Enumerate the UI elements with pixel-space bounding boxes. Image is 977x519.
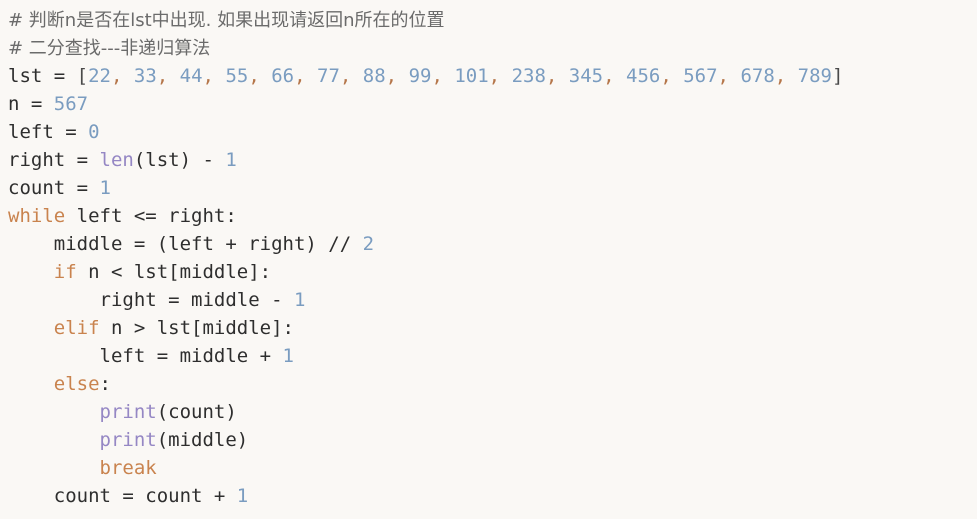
code-token-number: 456 — [626, 65, 661, 87]
code-token-comma: , — [603, 65, 626, 87]
code-editor-pane[interactable]: # 判断n是否在lst中出现. 如果出现请返回n所在的位置 # 二分查找---非递… — [0, 0, 977, 519]
code-token-plain: (middle) — [156, 429, 249, 451]
code-token-number: 567 — [53, 93, 89, 115]
code-token-comment: # 二分查找---非递归算法 — [8, 38, 211, 59]
code-token-number: 66 — [271, 65, 295, 87]
code-token-plain: right = — [8, 149, 100, 171]
code-token-number: 101 — [454, 65, 489, 87]
code-token-comma: , — [488, 65, 512, 87]
code-line[interactable]: right = middle - 1 — [8, 286, 977, 314]
code-token-number: 789 — [797, 65, 832, 87]
code-line[interactable]: n = 567 — [8, 90, 977, 118]
code-token-comma: , — [545, 65, 569, 87]
code-token-number: 33 — [133, 65, 157, 87]
code-line[interactable]: if n < lst[middle]: — [8, 258, 977, 286]
code-line[interactable]: count = count + 1 — [8, 482, 977, 510]
code-token-comma: , — [431, 65, 455, 87]
code-token-keyword: elif — [53, 317, 100, 339]
code-token-builtin: print — [99, 401, 157, 423]
code-token-builtin: print — [99, 429, 157, 451]
code-token-plain: (lst) - — [133, 149, 226, 171]
code-token-number: 99 — [408, 65, 432, 87]
code-token-keyword: else — [53, 373, 100, 395]
code-token-keyword: if — [53, 261, 77, 283]
code-token-comma: , — [774, 65, 798, 87]
code-token-plain: right = middle - — [8, 289, 294, 311]
code-token-number: 77 — [317, 65, 340, 87]
code-token-comma: , — [717, 65, 741, 87]
code-token-plain: left <= right: — [65, 205, 237, 227]
code-token-plain: left = — [8, 121, 89, 143]
code-token-plain: count = — [8, 177, 100, 199]
code-line[interactable]: else: — [8, 370, 977, 398]
code-token-plain: left = middle + — [8, 345, 283, 367]
code-line[interactable]: left = 0 — [8, 118, 977, 146]
code-token-number: 238 — [511, 65, 546, 87]
code-token-keyword: break — [99, 457, 157, 479]
code-token-comma: , — [385, 65, 409, 87]
code-token-number: 678 — [740, 65, 775, 87]
code-token-number: 2 — [362, 233, 375, 255]
code-token-number: 22 — [88, 65, 111, 87]
code-token-plain: n = — [8, 93, 54, 115]
code-token-comma: , — [248, 65, 272, 87]
code-line[interactable]: elif n > lst[middle]: — [8, 314, 977, 342]
code-line[interactable]: # 二分查找---非递归算法 — [8, 34, 977, 62]
code-line[interactable]: count = 1 — [8, 174, 977, 202]
code-token-number: 1 — [99, 177, 111, 199]
code-token-number: 1 — [293, 289, 306, 311]
code-token-comma: , — [294, 65, 317, 87]
code-token-number: 345 — [568, 65, 604, 87]
code-token-plain: middle = (left + right) // — [8, 233, 363, 255]
code-token-plain: (count) — [156, 401, 237, 423]
code-token-comma: , — [339, 65, 363, 87]
code-token-comma: , — [156, 65, 180, 87]
code-line[interactable]: # 判断n是否在lst中出现. 如果出现请返回n所在的位置 — [8, 6, 977, 34]
code-token-number: 567 — [683, 65, 718, 87]
code-token-comma: , — [660, 65, 684, 87]
code-line[interactable]: left = middle + 1 — [8, 342, 977, 370]
code-line[interactable]: print(middle) — [8, 426, 977, 454]
code-token-number: 1 — [236, 485, 249, 507]
code-token-keyword: while — [8, 205, 66, 227]
code-line[interactable]: lst = [22, 33, 44, 55, 66, 77, 88, 99, 1… — [8, 62, 977, 90]
code-token-punct: [ — [76, 65, 89, 87]
code-token-number: 44 — [179, 65, 203, 87]
code-token-punct: ] — [831, 65, 844, 87]
code-line[interactable]: right = len(lst) - 1 — [8, 146, 977, 174]
code-token-number: 55 — [225, 65, 249, 87]
code-token-comma: , — [202, 65, 226, 87]
code-token-plain: n < lst[middle]: — [76, 261, 272, 283]
code-token-builtin: len — [99, 149, 134, 171]
code-token-number: 0 — [88, 121, 100, 143]
code-line[interactable]: middle = (left + right) // 2 — [8, 230, 977, 258]
code-token-plain: : — [99, 373, 111, 395]
code-lines-container[interactable]: # 判断n是否在lst中出现. 如果出现请返回n所在的位置 # 二分查找---非递… — [8, 6, 977, 510]
code-token-comma: , — [110, 65, 134, 87]
code-token-number: 88 — [362, 65, 386, 87]
code-line[interactable]: print(count) — [8, 398, 977, 426]
code-token-plain: lst = — [8, 65, 77, 87]
code-line[interactable]: while left <= right: — [8, 202, 977, 230]
code-token-plain: n > lst[middle]: — [99, 317, 294, 339]
code-line[interactable]: break — [8, 454, 977, 482]
code-token-number: 1 — [225, 149, 237, 171]
code-token-comment: # 判断n是否在lst中出现. 如果出现请返回n所在的位置 — [8, 10, 445, 31]
code-token-plain: count = count + — [8, 485, 237, 507]
code-token-number: 1 — [282, 345, 294, 367]
